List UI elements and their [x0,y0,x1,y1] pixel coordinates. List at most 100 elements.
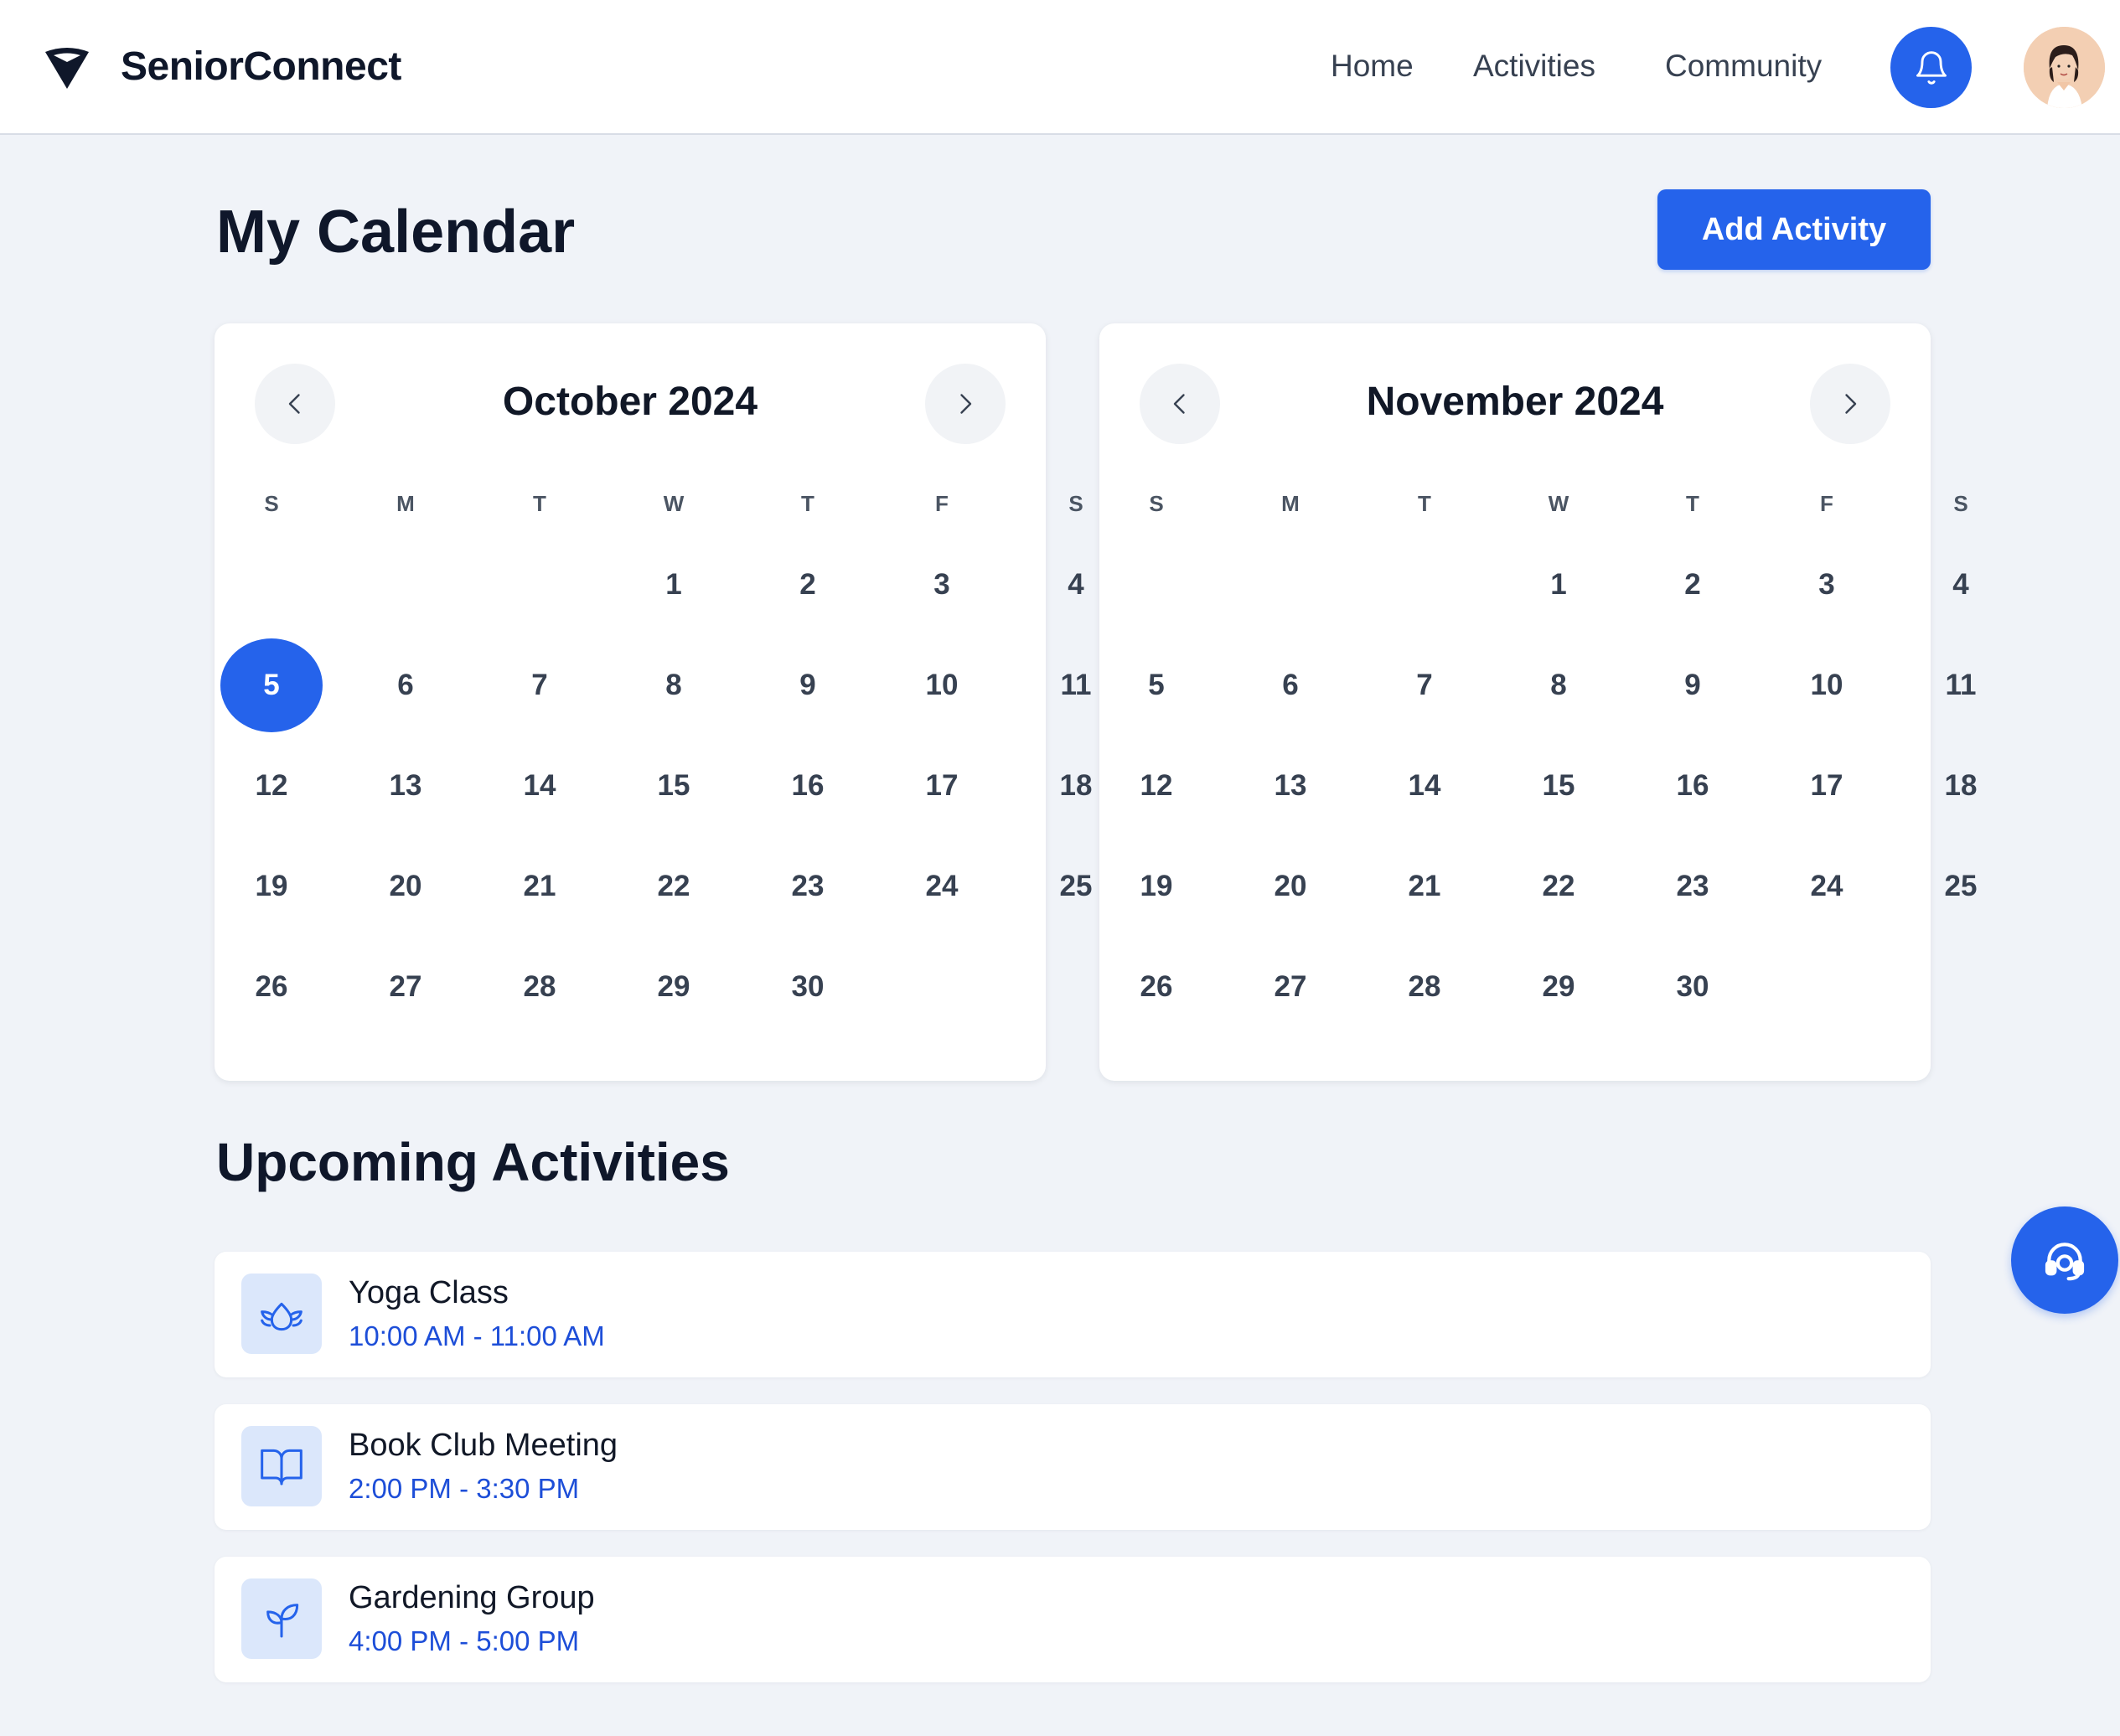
activity-time: 2:00 PM - 3:30 PM [349,1473,580,1504]
logo-icon [45,48,89,89]
calendar-day[interactable]: 19 [1106,840,1207,933]
nav-community[interactable]: Community [1665,49,1822,84]
weekday-label: M [396,491,415,516]
weekday-label: T [1418,491,1431,516]
calendar-day[interactable]: 4 [1911,539,2011,631]
calendar-day[interactable]: 12 [221,740,322,832]
activity-card-yoga[interactable]: Yoga Class 10:00 AM - 11:00 AM [215,1252,1931,1377]
calendar-day[interactable]: 16 [758,740,858,832]
calendar-day[interactable]: 7 [1374,639,1475,731]
calendar-day[interactable]: 9 [758,639,858,731]
calendar-day[interactable]: 3 [892,539,992,631]
calendar-day[interactable]: 11 [1911,639,2011,731]
calendar-day[interactable]: 30 [1642,941,1743,1033]
next-month-button[interactable] [1810,364,1890,444]
calendar-october: October 2024 S M T W T F S 1 2 3 4 5 6 7 8 9 10 11 12 13 14 1… [215,323,1092,1081]
calendar-day[interactable]: 6 [355,639,456,731]
weekday-label: S [1953,491,1968,516]
bell-icon [1916,50,1947,85]
headset-icon [2045,1243,2085,1281]
calendar-day[interactable]: 14 [489,740,590,832]
calendar-day[interactable]: 27 [1240,941,1341,1033]
calendar-day-selected[interactable]: 5 [220,638,323,732]
calendar-day[interactable]: 17 [1776,740,1877,832]
user-portrait-icon [2024,27,2105,108]
calendar-day[interactable]: 26 [1106,941,1207,1033]
calendar-month-title: November 2024 [1366,380,1664,424]
activity-icon-tile [241,1426,322,1506]
calendar-day[interactable]: 21 [1374,840,1475,933]
calendar-day[interactable]: 26 [221,941,322,1033]
sprout-icon [266,1604,299,1638]
calendar-day[interactable]: 13 [1240,740,1341,832]
chevron-right-icon [1845,394,1857,414]
calendar-november: November 2024 S M T W T F S 1 2 3 4 5 6 7 8 9 10 11 12 13 14… [1099,323,1977,1081]
calendar-day[interactable]: 15 [623,740,724,832]
user-avatar[interactable] [2024,27,2105,108]
calendar-day[interactable]: 2 [1642,539,1743,631]
calendar-day[interactable]: 2 [758,539,858,631]
calendar-day[interactable]: 7 [489,639,590,731]
weekday-label: S [1068,491,1083,516]
calendar-day[interactable]: 16 [1642,740,1743,832]
calendar-day[interactable]: 25 [1911,840,2011,933]
activity-icon-tile [241,1578,322,1659]
calendar-day[interactable]: 22 [1508,840,1609,933]
calendar-day[interactable]: 14 [1374,740,1475,832]
weekday-label: F [935,491,949,516]
weekday-label: W [1548,491,1569,516]
calendar-day[interactable]: 28 [489,941,590,1033]
calendar-day[interactable]: 6 [1240,639,1341,731]
calendar-day[interactable]: 9 [1642,639,1743,731]
calendar-day[interactable]: 27 [355,941,456,1033]
support-chat-button[interactable] [2011,1206,2118,1314]
calendar-day[interactable]: 29 [623,941,724,1033]
calendar-day[interactable]: 21 [489,840,590,933]
calendar-day[interactable]: 20 [355,840,456,933]
calendar-day[interactable]: 19 [221,840,322,933]
calendar-month-title: October 2024 [502,380,758,424]
chevron-right-icon [960,394,972,414]
calendar-day[interactable]: 13 [355,740,456,832]
nav-home[interactable]: Home [1331,49,1414,84]
calendar-day[interactable]: 24 [892,840,992,933]
calendar-day[interactable]: 20 [1240,840,1341,933]
calendar-day[interactable]: 15 [1508,740,1609,832]
brand-name[interactable]: SeniorConnect [121,44,401,90]
calendar-day[interactable]: 1 [1508,539,1609,631]
activity-name: Gardening Group [349,1580,595,1615]
calendar-day[interactable]: 24 [1776,840,1877,933]
page-title: My Calendar [216,199,576,266]
calendar-day[interactable]: 5 [1106,639,1207,731]
activity-time: 4:00 PM - 5:00 PM [349,1625,580,1656]
activity-name: Yoga Class [349,1275,509,1310]
calendar-day[interactable]: 23 [1642,840,1743,933]
weekday-label: T [1686,491,1699,516]
upcoming-activities-title: Upcoming Activities [216,1132,730,1192]
calendar-day[interactable]: 22 [623,840,724,933]
calendar-day[interactable]: 29 [1508,941,1609,1033]
lotus-icon [261,1302,302,1331]
calendar-day[interactable]: 3 [1776,539,1877,631]
book-icon [261,1449,302,1485]
add-activity-button[interactable]: Add Activity [1657,189,1931,270]
calendar-day[interactable]: 30 [758,941,858,1033]
activity-card-gardening[interactable]: Gardening Group 4:00 PM - 5:00 PM [215,1557,1931,1682]
notifications-button[interactable] [1890,27,1972,108]
calendar-day[interactable]: 8 [623,639,724,731]
calendar-day[interactable]: 10 [1776,639,1877,731]
calendar-day[interactable]: 17 [892,740,992,832]
calendar-day[interactable]: 23 [758,840,858,933]
calendar-day[interactable]: 18 [1911,740,2011,832]
calendar-day[interactable]: 10 [892,639,992,731]
next-month-button[interactable] [925,364,1006,444]
activity-time: 10:00 AM - 11:00 AM [349,1320,605,1351]
activity-icon-tile [241,1274,322,1354]
calendar-day[interactable]: 8 [1508,639,1609,731]
activity-card-book-club[interactable]: Book Club Meeting 2:00 PM - 3:30 PM [215,1404,1931,1530]
weekday-label: W [663,491,685,516]
calendar-day[interactable]: 28 [1374,941,1475,1033]
calendar-day[interactable]: 12 [1106,740,1207,832]
calendar-day[interactable]: 1 [623,539,724,631]
nav-activities[interactable]: Activities [1473,49,1595,84]
